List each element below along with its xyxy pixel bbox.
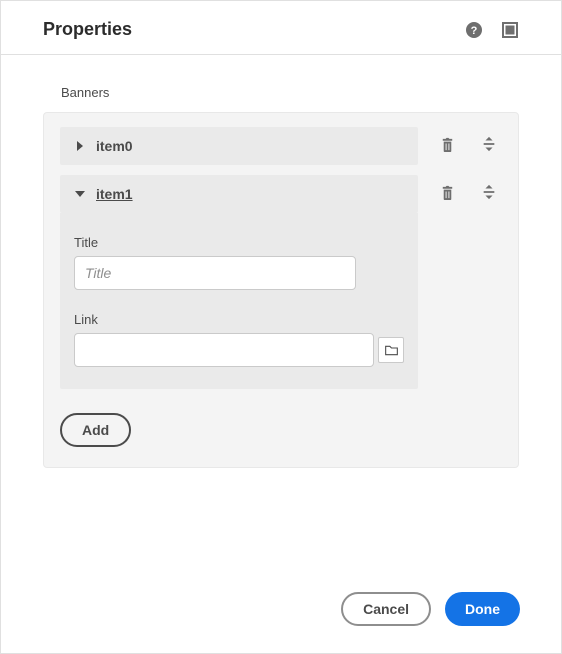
link-row xyxy=(74,333,404,367)
title-field-group: Title xyxy=(74,235,404,290)
accordion-header-item0[interactable]: item0 xyxy=(60,127,418,165)
title-label: Title xyxy=(74,235,404,250)
dialog-header: Properties ? xyxy=(1,1,561,55)
item-body-0: item0 xyxy=(60,127,418,165)
accordion-header-item1[interactable]: item1 xyxy=(60,175,418,213)
add-button[interactable]: Add xyxy=(60,413,131,447)
dialog-content: Banners item0 xyxy=(1,55,561,468)
multifield-item-0: item0 xyxy=(60,127,502,165)
item0-label: item0 xyxy=(96,138,133,154)
reorder-icon[interactable] xyxy=(480,183,498,201)
title-input[interactable] xyxy=(74,256,356,290)
dialog-title: Properties xyxy=(43,19,465,40)
banners-multifield: item0 xyxy=(43,112,519,468)
link-label: Link xyxy=(74,312,404,327)
browse-button[interactable] xyxy=(378,337,404,363)
fullscreen-icon[interactable] xyxy=(501,21,519,39)
item1-label: item1 xyxy=(96,186,133,202)
multifield-item-1: item1 Title Link xyxy=(60,175,502,389)
item1-actions xyxy=(438,175,502,201)
properties-dialog: Properties ? Banners item0 xyxy=(0,0,562,654)
header-icons: ? xyxy=(465,21,519,39)
help-icon[interactable]: ? xyxy=(465,21,483,39)
item0-actions xyxy=(438,127,502,153)
delete-icon[interactable] xyxy=(438,135,456,153)
link-input[interactable] xyxy=(74,333,374,367)
item1-content: Title Link xyxy=(60,213,418,389)
chevron-down-icon xyxy=(74,188,86,200)
banners-label: Banners xyxy=(61,85,519,100)
link-field-group: Link xyxy=(74,312,404,367)
chevron-right-icon xyxy=(74,140,86,152)
item-body-1: item1 Title Link xyxy=(60,175,418,389)
done-button[interactable]: Done xyxy=(445,592,520,626)
delete-icon[interactable] xyxy=(438,183,456,201)
cancel-button[interactable]: Cancel xyxy=(341,592,431,626)
dialog-footer: Cancel Done xyxy=(341,592,520,626)
svg-text:?: ? xyxy=(471,25,478,37)
reorder-icon[interactable] xyxy=(480,135,498,153)
